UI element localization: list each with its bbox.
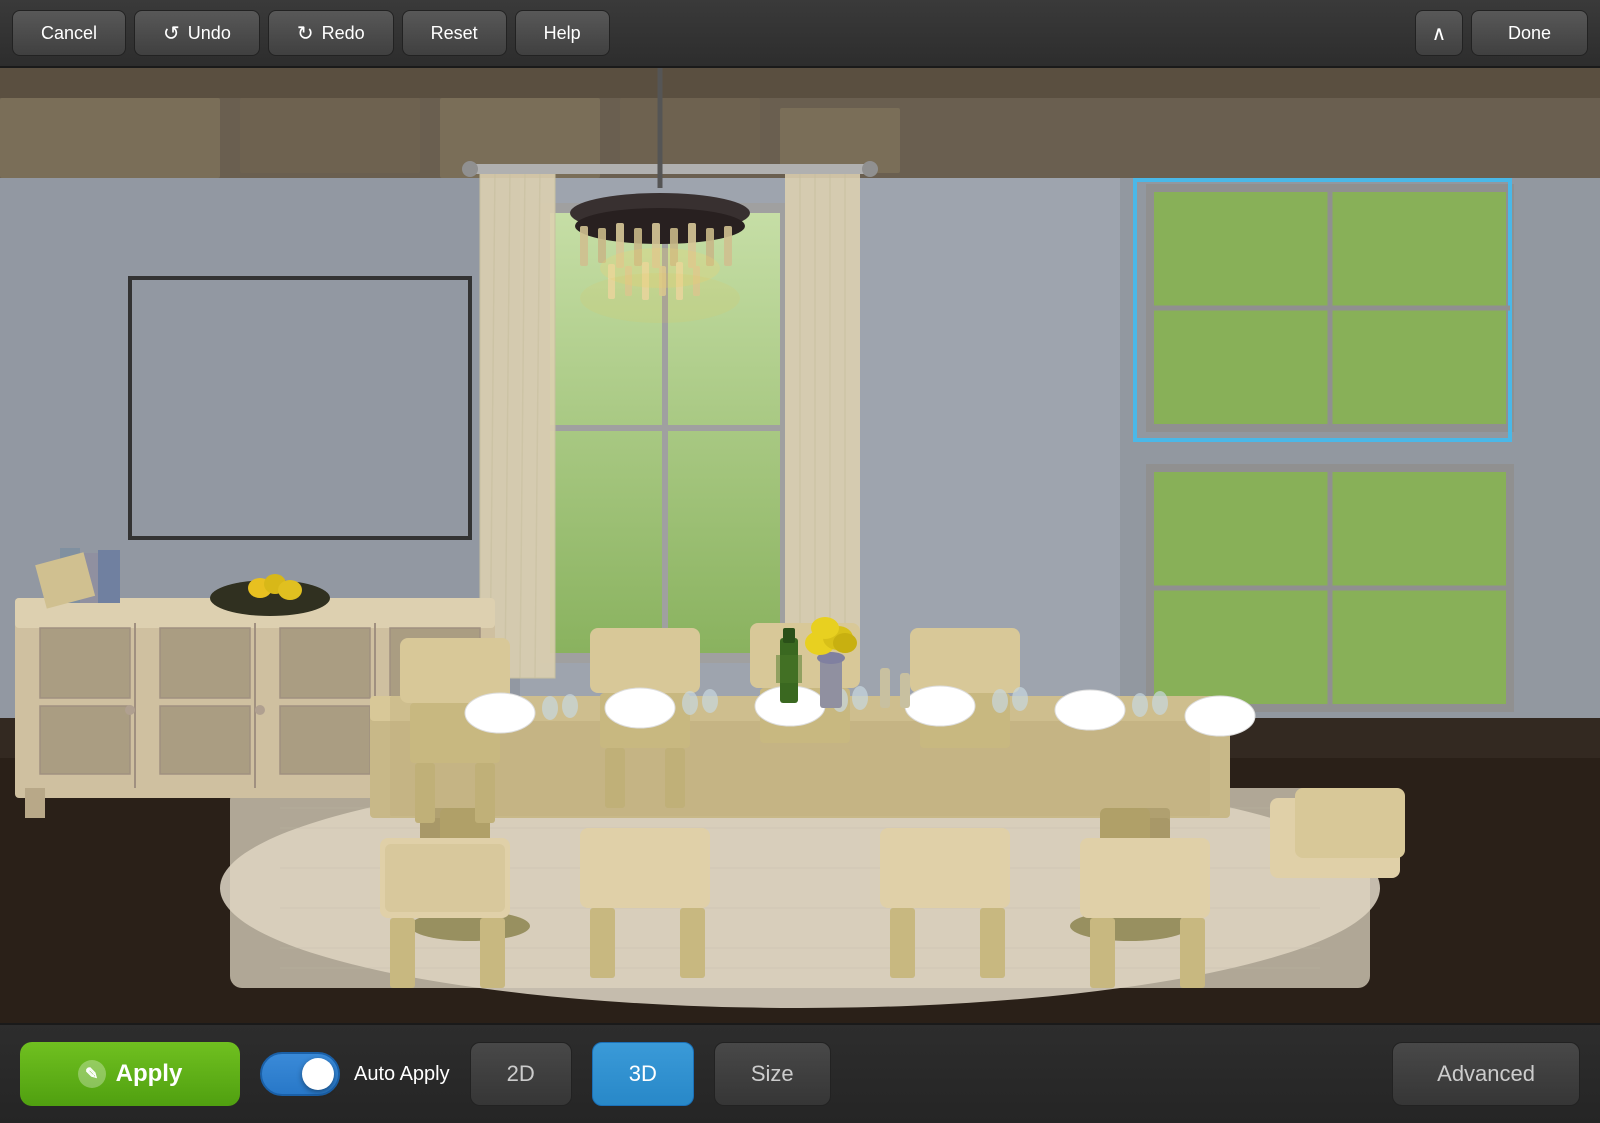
bottom-toolbar: ✎ Apply Auto Apply 2D 3D Size Advanced <box>0 1023 1600 1123</box>
scene-viewport[interactable] <box>0 68 1600 1023</box>
size-button[interactable]: Size <box>714 1042 831 1106</box>
apply-icon: ✎ <box>78 1060 106 1088</box>
view-3d-button[interactable]: 3D <box>592 1042 694 1106</box>
done-label: Done <box>1508 23 1551 44</box>
undo-icon: ↺ <box>163 21 180 46</box>
scene-svg <box>0 68 1600 1023</box>
auto-apply-toggle[interactable] <box>260 1052 340 1096</box>
size-label: Size <box>751 1061 794 1087</box>
cancel-label: Cancel <box>41 23 97 44</box>
help-label: Help <box>544 23 581 44</box>
apply-label: Apply <box>116 1060 183 1088</box>
top-toolbar: Cancel ↺ Undo ↻ Redo Reset Help ∧ Done <box>0 0 1600 68</box>
redo-button[interactable]: ↻ Redo <box>268 10 394 56</box>
chevron-up-icon: ∧ <box>1432 21 1447 46</box>
undo-button[interactable]: ↺ Undo <box>134 10 260 56</box>
chevron-up-button[interactable]: ∧ <box>1415 10 1463 56</box>
auto-apply-container: Auto Apply <box>260 1052 450 1096</box>
toggle-knob <box>302 1058 334 1090</box>
view-2d-label: 2D <box>507 1061 535 1087</box>
help-button[interactable]: Help <box>515 10 610 56</box>
reset-label: Reset <box>431 23 478 44</box>
undo-label: Undo <box>188 23 231 44</box>
view-3d-label: 3D <box>629 1061 657 1087</box>
view-2d-button[interactable]: 2D <box>470 1042 572 1106</box>
cancel-button[interactable]: Cancel <box>12 10 126 56</box>
done-button[interactable]: Done <box>1471 10 1588 56</box>
redo-label: Redo <box>322 23 365 44</box>
auto-apply-label: Auto Apply <box>354 1063 450 1086</box>
redo-icon: ↻ <box>297 21 314 46</box>
advanced-button[interactable]: Advanced <box>1392 1042 1580 1106</box>
advanced-label: Advanced <box>1437 1061 1535 1087</box>
reset-button[interactable]: Reset <box>402 10 507 56</box>
apply-button[interactable]: ✎ Apply <box>20 1042 240 1106</box>
